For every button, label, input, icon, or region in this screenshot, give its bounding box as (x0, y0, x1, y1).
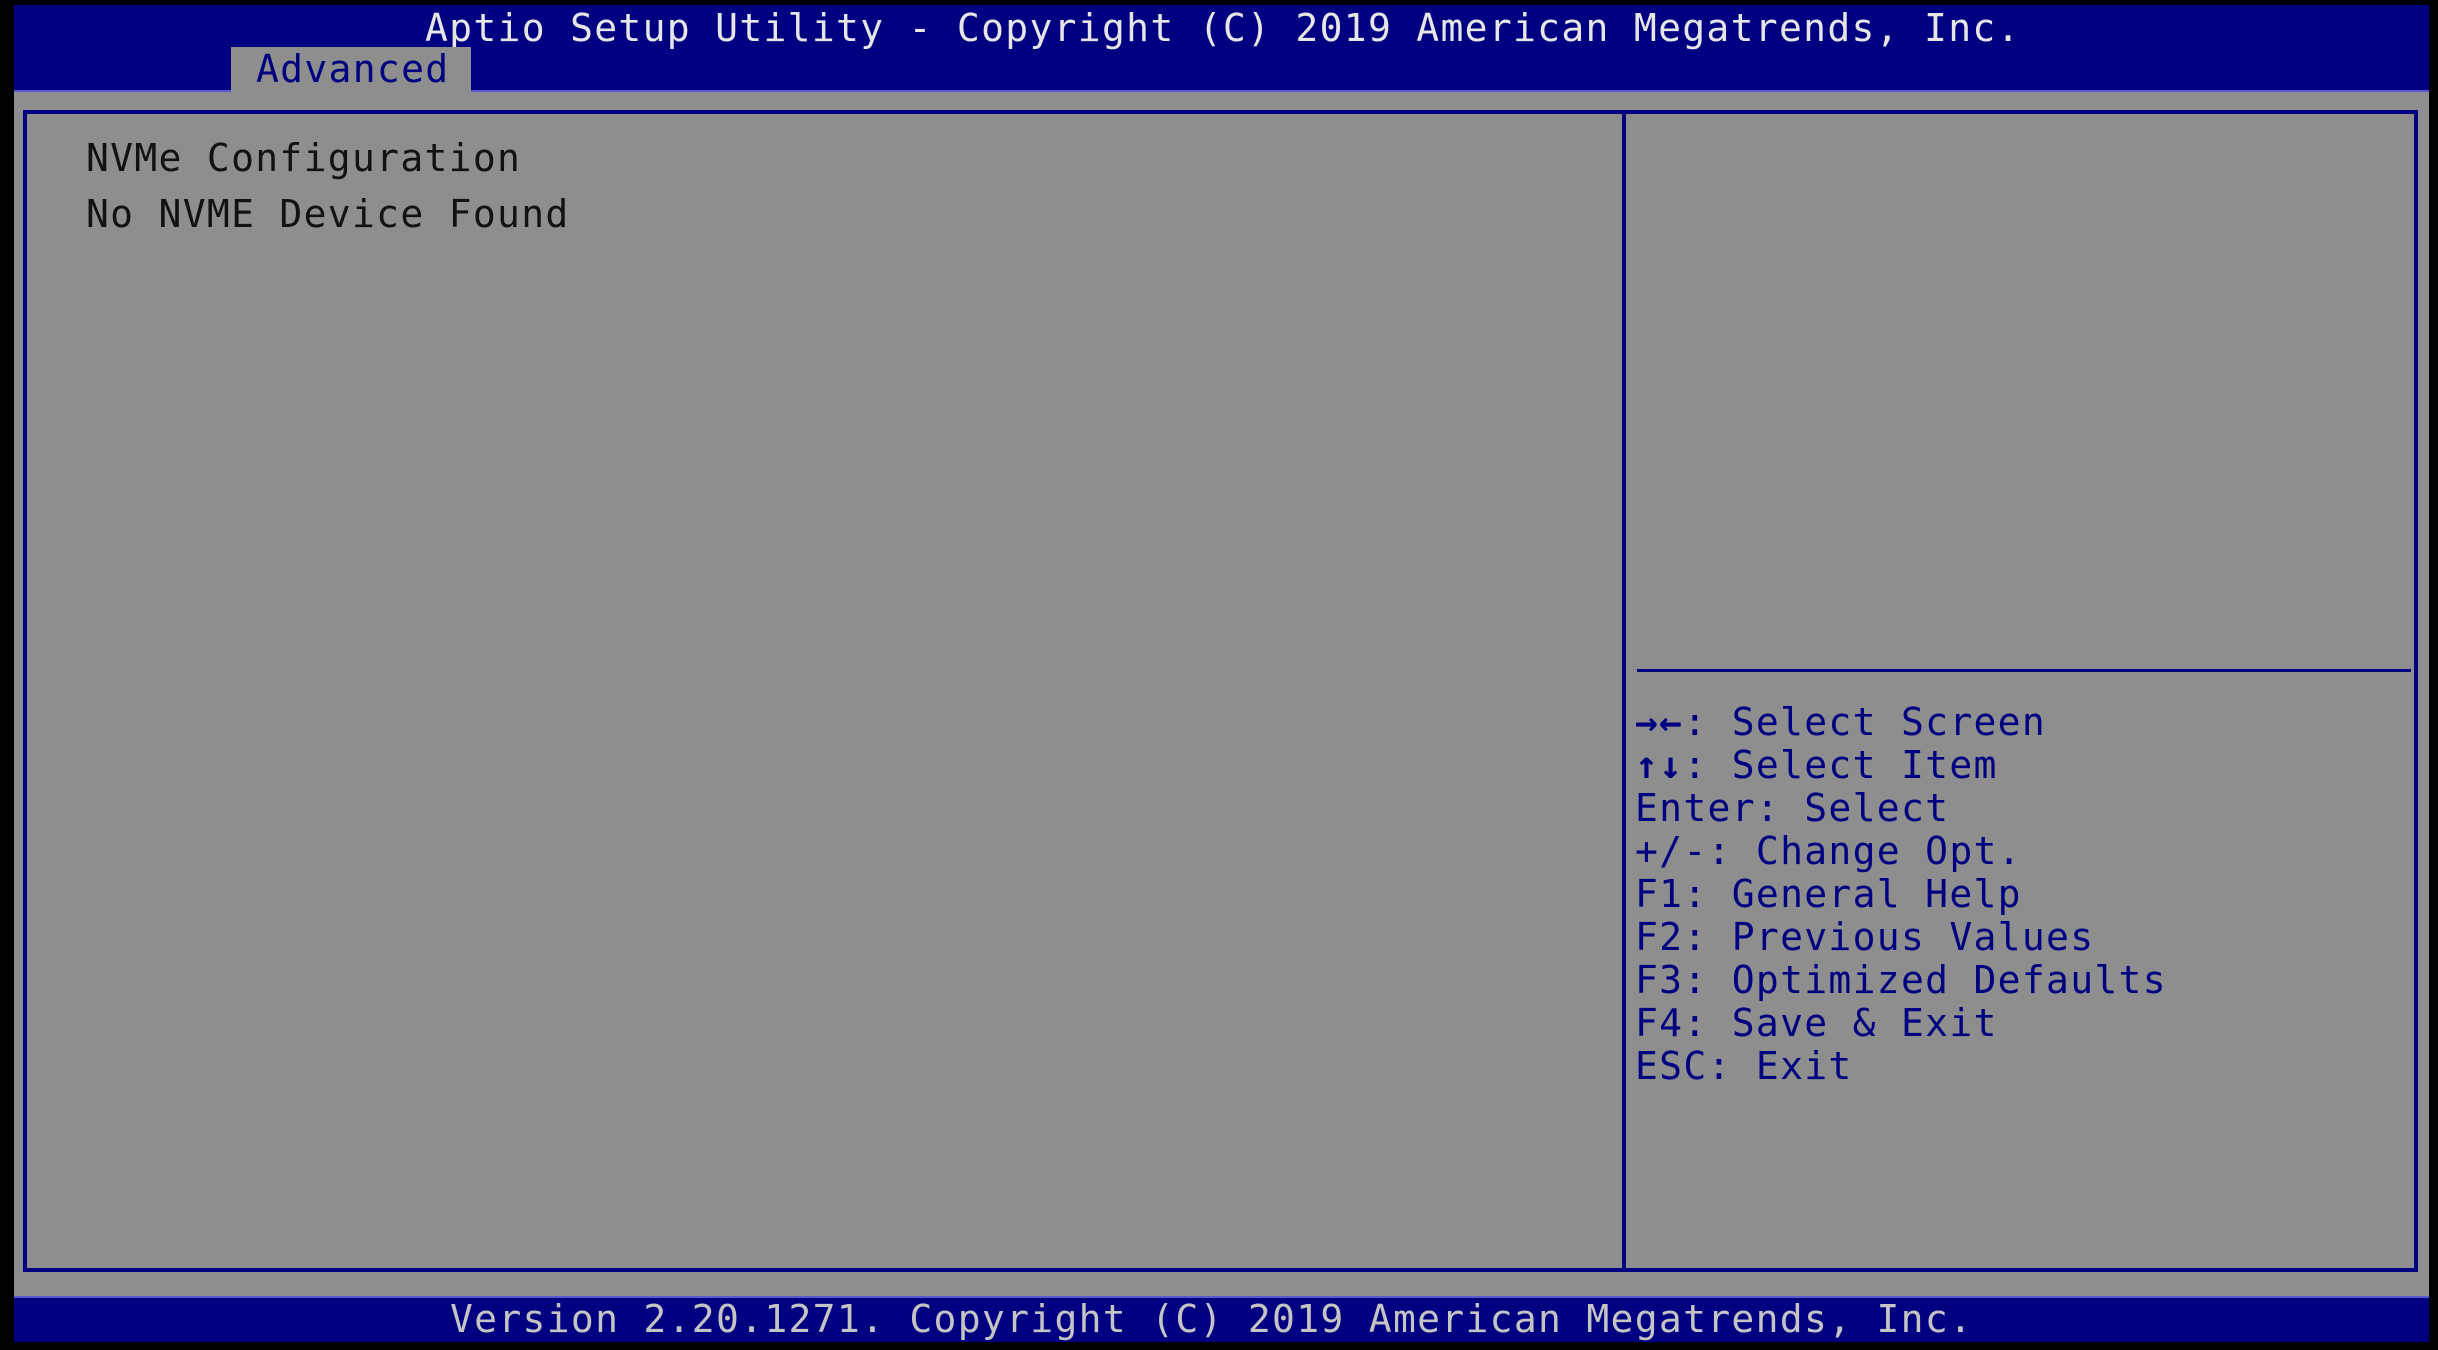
key-hint-key: F3 (1635, 958, 1684, 1002)
key-hint-key: F1 (1635, 872, 1684, 916)
key-hint-action: : Previous Values (1683, 915, 2095, 959)
left-right-arrows-icon: →← (1635, 700, 1684, 744)
key-hint-action: : Save & Exit (1683, 1001, 1998, 1045)
key-hint-key: Enter (1635, 786, 1756, 830)
key-hint-key: +/- (1635, 829, 1708, 873)
key-hint-change-opt: +/-: Change Opt. (1635, 830, 2167, 873)
tab-advanced-label: Advanced (256, 47, 450, 91)
key-hint-key: F2 (1635, 915, 1684, 959)
key-hint-action: : Optimized Defaults (1683, 958, 2167, 1002)
key-hint-select-item: ↑↓: Select Item (1635, 744, 2167, 787)
bios-screen: Aptio Setup Utility - Copyright (C) 2019… (14, 5, 2429, 1342)
tab-advanced[interactable]: Advanced (231, 47, 471, 92)
content-frame: NVMe Configuration No NVME Device Found … (23, 110, 2418, 1272)
key-hint-action: : Select Screen (1683, 700, 2047, 744)
key-hint-esc: ESC: Exit (1635, 1045, 2167, 1088)
utility-title: Aptio Setup Utility - Copyright (C) 2019… (425, 6, 2021, 50)
key-hint-f3: F3: Optimized Defaults (1635, 959, 2167, 1002)
status-message: No NVME Device Found (86, 192, 570, 236)
key-hint-f2: F2: Previous Values (1635, 916, 2167, 959)
key-hint-key: F4 (1635, 1001, 1684, 1045)
key-hint-enter: Enter: Select (1635, 787, 2167, 830)
key-hint-f4: F4: Save & Exit (1635, 1002, 2167, 1045)
header-bar: Aptio Setup Utility - Copyright (C) 2019… (14, 5, 2429, 92)
key-hint-select-screen: →←: Select Screen (1635, 701, 2167, 744)
version-text: Version 2.20.1271. Copyright (C) 2019 Am… (450, 1297, 1974, 1341)
help-panel: →←: Select Screen ↑↓: Select Item Enter:… (1626, 114, 2414, 1268)
section-title: NVMe Configuration (86, 136, 522, 180)
key-hint-action: : Select Item (1683, 743, 1998, 787)
key-hint-action: : Exit (1707, 1044, 1853, 1088)
settings-panel: NVMe Configuration No NVME Device Found (27, 114, 1622, 1268)
help-divider (1637, 669, 2411, 672)
key-legend: →←: Select Screen ↑↓: Select Item Enter:… (1635, 701, 2167, 1088)
key-hint-action: : General Help (1683, 872, 2022, 916)
key-hint-action: : Change Opt. (1707, 829, 2022, 873)
key-hint-key: ESC (1635, 1044, 1708, 1088)
key-hint-f1: F1: General Help (1635, 873, 2167, 916)
up-down-arrows-icon: ↑↓ (1635, 743, 1684, 787)
footer-bar: Version 2.20.1271. Copyright (C) 2019 Am… (14, 1296, 2429, 1342)
key-hint-action: : Select (1755, 786, 1950, 830)
